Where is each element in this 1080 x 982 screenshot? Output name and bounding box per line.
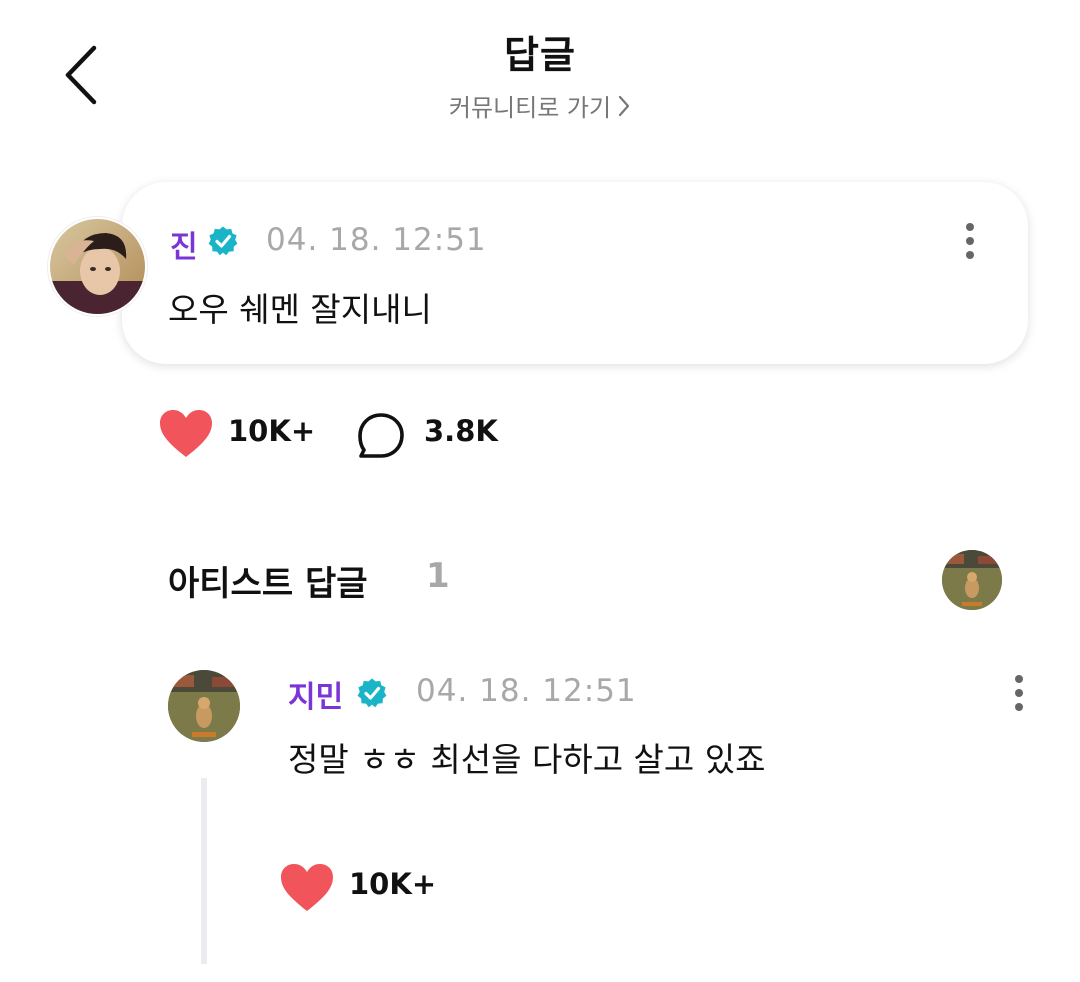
more-vertical-icon — [1015, 675, 1023, 711]
chevron-right-icon — [617, 94, 631, 124]
comment-button[interactable] — [356, 412, 406, 460]
community-link[interactable]: 커뮤니티로 가기 — [0, 88, 1080, 124]
avatar-photo — [942, 550, 1002, 610]
post-author-name[interactable]: 진 — [170, 222, 198, 266]
like-count: 10K+ — [228, 414, 316, 448]
heart-icon — [160, 410, 212, 457]
more-vertical-icon — [966, 223, 974, 259]
heart-icon — [281, 864, 333, 911]
reply-author-name[interactable]: 지민 — [288, 672, 343, 716]
more-options-button[interactable] — [955, 220, 985, 264]
reply-timestamp: 04. 18. 12:51 — [416, 673, 637, 709]
like-button[interactable] — [279, 862, 335, 914]
avatar[interactable] — [168, 670, 240, 742]
verified-badge-icon — [356, 677, 388, 709]
artist-replies-title: 아티스트 답글 — [168, 564, 368, 604]
avatar-photo — [50, 219, 145, 314]
avatar[interactable] — [942, 550, 1002, 610]
post-card — [122, 182, 1028, 364]
artist-replies-count: 1 — [426, 556, 450, 596]
more-options-button[interactable] — [1004, 672, 1034, 716]
post-text: 오우 쉐멘 잘지내니 — [168, 290, 432, 329]
page-title: 답글 — [504, 33, 576, 77]
verified-badge-icon — [207, 225, 239, 257]
like-button[interactable] — [158, 408, 214, 460]
avatar[interactable] — [48, 217, 147, 316]
community-link-label: 커뮤니티로 가기 — [448, 94, 612, 122]
post-timestamp: 04. 18. 12:51 — [266, 222, 487, 258]
avatar-photo — [168, 670, 240, 742]
comment-count: 3.8K — [424, 414, 498, 448]
thread-line — [201, 778, 207, 964]
reply-text: 정말 ㅎㅎ 최선을 다하고 살고 있죠 — [288, 740, 766, 779]
reply-like-count: 10K+ — [349, 867, 437, 901]
comment-bubble-icon — [358, 413, 404, 458]
